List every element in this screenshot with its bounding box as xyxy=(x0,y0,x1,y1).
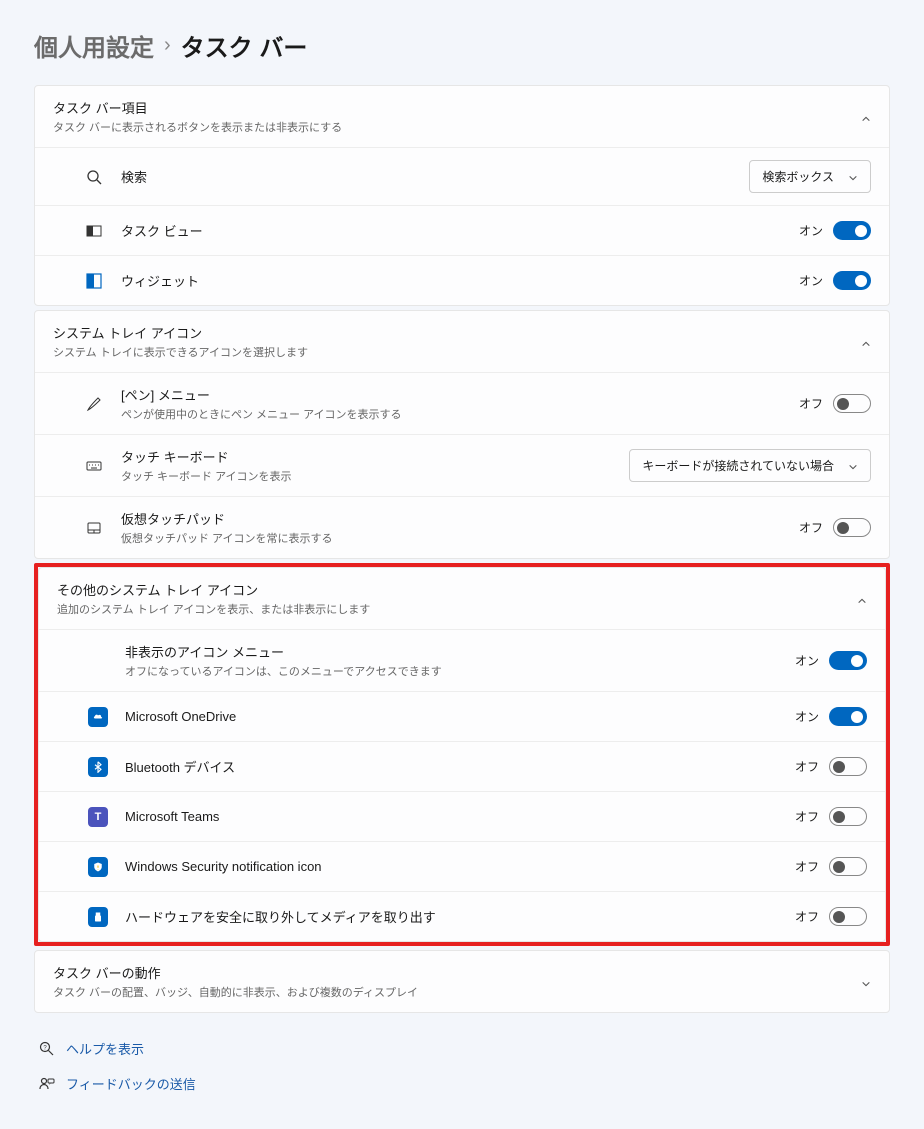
row-label: Microsoft Teams xyxy=(125,809,795,824)
bluetooth-icon xyxy=(87,756,109,778)
toggle-state: オン xyxy=(795,708,819,725)
footer-links: ? ヘルプを表示 フィードバックの送信 xyxy=(34,1031,890,1101)
chevron-down-icon xyxy=(848,172,858,182)
taskview-icon xyxy=(83,220,105,242)
teams-toggle[interactable] xyxy=(829,807,867,826)
row-bluetooth: Bluetooth デバイス オフ xyxy=(39,741,885,791)
security-toggle[interactable] xyxy=(829,857,867,876)
toggle-state: オフ xyxy=(795,758,819,775)
bluetooth-toggle[interactable] xyxy=(829,757,867,776)
section-subtitle: 追加のシステム トレイ アイコンを表示、または非表示にします xyxy=(57,601,857,617)
row-sublabel: オフになっているアイコンは、このメニューでアクセスできます xyxy=(125,663,795,679)
section-title: システム トレイ アイコン xyxy=(53,323,861,342)
chevron-right-icon: › xyxy=(164,34,171,57)
section-header-taskbar-items[interactable]: タスク バー項目 タスク バーに表示されるボタンを表示または非表示にする xyxy=(35,86,889,147)
row-label: Windows Security notification icon xyxy=(125,859,795,874)
toggle-state: オフ xyxy=(795,908,819,925)
feedback-link-text: フィードバックの送信 xyxy=(66,1074,196,1093)
search-dropdown[interactable]: 検索ボックス xyxy=(749,160,871,193)
placeholder-icon xyxy=(87,650,109,672)
section-other-tray: その他のシステム トレイ アイコン 追加のシステム トレイ アイコンを表示、また… xyxy=(38,567,886,942)
section-subtitle: システム トレイに表示できるアイコンを選択します xyxy=(53,344,861,360)
row-sublabel: ペンが使用中のときにペン メニュー アイコンを表示する xyxy=(121,406,799,422)
toggle-state: オフ xyxy=(799,519,823,536)
row-search: 検索 検索ボックス xyxy=(35,147,889,205)
section-taskbar-behavior: タスク バーの動作 タスク バーの配置、バッジ、自動的に非表示、および複数のディ… xyxy=(34,950,890,1013)
taskview-toggle[interactable] xyxy=(833,221,871,240)
row-label: ウィジェット xyxy=(121,271,799,290)
hidden-menu-toggle[interactable] xyxy=(829,651,867,670)
feedback-icon xyxy=(38,1075,56,1093)
row-hidden-icon-menu: 非表示のアイコン メニュー オフになっているアイコンは、このメニューでアクセスで… xyxy=(39,629,885,691)
breadcrumb-current: タスク バー xyxy=(181,28,308,63)
row-label: [ペン] メニュー xyxy=(121,385,799,404)
chevron-down-icon xyxy=(848,461,858,471)
onedrive-icon xyxy=(87,706,109,728)
row-safely-remove: ハードウェアを安全に取り外してメディアを取り出す オフ xyxy=(39,891,885,941)
security-icon xyxy=(87,856,109,878)
row-label: ハードウェアを安全に取り外してメディアを取り出す xyxy=(125,907,795,926)
feedback-link[interactable]: フィードバックの送信 xyxy=(34,1066,890,1101)
chevron-up-icon xyxy=(861,337,871,347)
section-title: タスク バー項目 xyxy=(53,98,861,117)
breadcrumb-parent[interactable]: 個人用設定 xyxy=(34,28,154,63)
row-touch-keyboard: タッチ キーボード タッチ キーボード アイコンを表示 キーボードが接続されてい… xyxy=(35,434,889,496)
breadcrumb: 個人用設定 › タスク バー xyxy=(34,28,890,63)
row-onedrive: Microsoft OneDrive オン xyxy=(39,691,885,741)
help-link-text: ヘルプを表示 xyxy=(66,1039,144,1058)
search-icon xyxy=(83,166,105,188)
row-sublabel: タッチ キーボード アイコンを表示 xyxy=(121,468,629,484)
section-subtitle: タスク バーの配置、バッジ、自動的に非表示、および複数のディスプレイ xyxy=(53,984,861,1000)
toggle-state: オフ xyxy=(799,395,823,412)
chevron-up-icon xyxy=(861,112,871,122)
help-link[interactable]: ? ヘルプを表示 xyxy=(34,1031,890,1066)
pen-icon xyxy=(83,393,105,415)
dropdown-value: キーボードが接続されていない場合 xyxy=(642,457,834,474)
virtual-touchpad-toggle[interactable] xyxy=(833,518,871,537)
row-label: 非表示のアイコン メニュー xyxy=(125,642,795,661)
safely-remove-toggle[interactable] xyxy=(829,907,867,926)
touchpad-icon xyxy=(83,517,105,539)
section-header-other-tray[interactable]: その他のシステム トレイ アイコン 追加のシステム トレイ アイコンを表示、また… xyxy=(39,568,885,629)
row-teams: T Microsoft Teams オフ xyxy=(39,791,885,841)
usb-icon xyxy=(87,906,109,928)
teams-icon: T xyxy=(87,806,109,828)
section-header-taskbar-behavior[interactable]: タスク バーの動作 タスク バーの配置、バッジ、自動的に非表示、および複数のディ… xyxy=(35,951,889,1012)
chevron-down-icon xyxy=(861,977,871,987)
section-title: その他のシステム トレイ アイコン xyxy=(57,580,857,599)
row-taskview: タスク ビュー オン xyxy=(35,205,889,255)
toggle-state: オフ xyxy=(795,858,819,875)
section-system-tray: システム トレイ アイコン システム トレイに表示できるアイコンを選択します [… xyxy=(34,310,890,559)
toggle-state: オン xyxy=(795,652,819,669)
row-label: 仮想タッチパッド xyxy=(121,509,799,528)
section-subtitle: タスク バーに表示されるボタンを表示または非表示にする xyxy=(53,119,861,135)
widgets-toggle[interactable] xyxy=(833,271,871,290)
row-widgets: ウィジェット オン xyxy=(35,255,889,305)
toggle-state: オフ xyxy=(795,808,819,825)
onedrive-toggle[interactable] xyxy=(829,707,867,726)
toggle-state: オン xyxy=(799,272,823,289)
row-security: Windows Security notification icon オフ xyxy=(39,841,885,891)
row-label: タスク ビュー xyxy=(121,221,799,240)
section-taskbar-items: タスク バー項目 タスク バーに表示されるボタンを表示または非表示にする 検索 … xyxy=(34,85,890,306)
row-sublabel: 仮想タッチパッド アイコンを常に表示する xyxy=(121,530,799,546)
row-label: 検索 xyxy=(121,167,749,186)
row-virtual-touchpad: 仮想タッチパッド 仮想タッチパッド アイコンを常に表示する オフ xyxy=(35,496,889,558)
dropdown-value: 検索ボックス xyxy=(762,168,834,185)
row-label: Microsoft OneDrive xyxy=(125,709,795,724)
row-pen-menu: [ペン] メニュー ペンが使用中のときにペン メニュー アイコンを表示する オフ xyxy=(35,372,889,434)
help-icon: ? xyxy=(38,1040,56,1058)
toggle-state: オン xyxy=(799,222,823,239)
keyboard-icon xyxy=(83,455,105,477)
widgets-icon xyxy=(83,270,105,292)
chevron-up-icon xyxy=(857,594,867,604)
section-header-system-tray[interactable]: システム トレイ アイコン システム トレイに表示できるアイコンを選択します xyxy=(35,311,889,372)
pen-toggle[interactable] xyxy=(833,394,871,413)
highlighted-region: その他のシステム トレイ アイコン 追加のシステム トレイ アイコンを表示、また… xyxy=(34,563,890,946)
touch-keyboard-dropdown[interactable]: キーボードが接続されていない場合 xyxy=(629,449,871,482)
row-label: Bluetooth デバイス xyxy=(125,757,795,776)
section-title: タスク バーの動作 xyxy=(53,963,861,982)
row-label: タッチ キーボード xyxy=(121,447,629,466)
